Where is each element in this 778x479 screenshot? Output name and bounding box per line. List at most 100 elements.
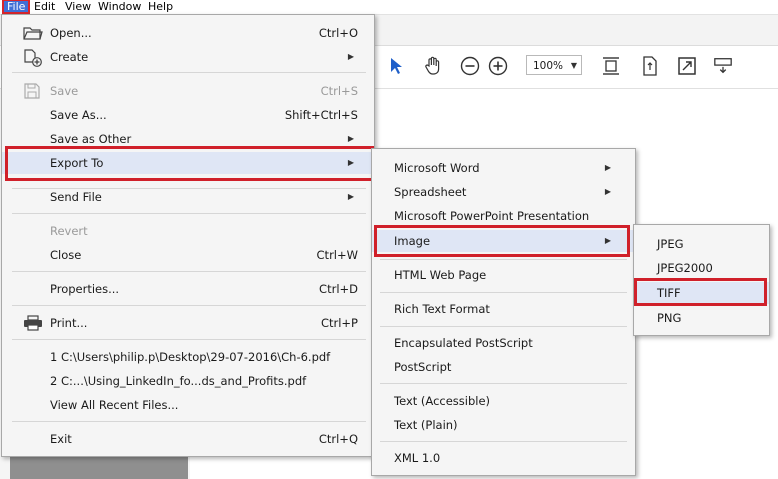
menu-item-label: Exit <box>50 432 72 446</box>
zoom-select[interactable]: 100% ▼ <box>526 55 582 75</box>
menu-separator <box>380 383 627 384</box>
menu-item-label: Save as Other <box>50 132 132 146</box>
menu-item-create[interactable]: Create ▶ <box>2 46 374 68</box>
menu-window[interactable]: Window <box>95 0 144 13</box>
menu-item-label: Microsoft PowerPoint Presentation <box>394 209 590 223</box>
menu-separator <box>12 421 366 422</box>
menu-separator <box>380 441 627 442</box>
export-to-submenu: Microsoft Word ▶ Spreadsheet ▶ Microsoft… <box>371 148 636 476</box>
chevron-down-icon: ▼ <box>570 61 577 70</box>
menu-item-save[interactable]: Save Ctrl+S <box>2 80 374 102</box>
menu-item-label: 2 C:...\Using_LinkedIn_fo...ds_and_Profi… <box>50 374 307 388</box>
menu-item-powerpoint[interactable]: Microsoft PowerPoint Presentation <box>372 205 635 227</box>
submenu-arrow-icon: ▶ <box>347 158 354 167</box>
zoom-out-icon[interactable] <box>460 56 480 76</box>
menu-item-revert[interactable]: Revert <box>2 220 374 242</box>
shortcut-label: Ctrl+S <box>320 84 358 98</box>
menu-item-label: HTML Web Page <box>394 268 487 282</box>
menu-item-label: TIFF <box>657 286 681 300</box>
menu-item-text-accessible[interactable]: Text (Accessible) <box>372 390 635 412</box>
menu-separator <box>12 305 366 306</box>
menu-item-label: Send File <box>50 190 102 204</box>
menu-item-label: Image <box>394 234 431 248</box>
menu-item-text-plain[interactable]: Text (Plain) <box>372 414 635 436</box>
menu-file[interactable]: File <box>2 0 31 14</box>
menu-item-jpeg2000[interactable]: JPEG2000 <box>634 257 769 279</box>
zoom-in-icon[interactable] <box>488 56 508 76</box>
menu-item-label: 1 C:\Users\philip.p\Desktop\29-07-2016\C… <box>50 350 331 364</box>
menu-item-save-as-other[interactable]: Save as Other ▶ <box>2 128 374 150</box>
menu-item-label: XML 1.0 <box>394 451 441 465</box>
submenu-arrow-icon: ▶ <box>604 187 611 196</box>
menu-item-export-to[interactable]: Export To ▶ <box>2 152 374 174</box>
menu-item-label: Export To <box>50 156 104 170</box>
menu-item-view-all-recent[interactable]: View All Recent Files... <box>2 394 374 416</box>
menu-item-label: PNG <box>657 311 682 325</box>
shortcut-label: Ctrl+Q <box>318 432 358 446</box>
image-submenu: JPEG JPEG2000 TIFF PNG <box>633 224 770 336</box>
file-menu: Open... Ctrl+O Create ▶ Save Ctrl+S Save… <box>1 14 375 457</box>
menu-item-label: PostScript <box>394 360 452 374</box>
select-arrow-icon[interactable] <box>386 56 406 76</box>
folder-open-icon <box>23 25 43 41</box>
submenu-arrow-icon: ▶ <box>347 134 354 143</box>
menu-separator <box>12 213 366 214</box>
submenu-arrow-icon: ▶ <box>604 236 611 245</box>
menu-bar: File Edit View Window Help <box>0 0 778 15</box>
submenu-arrow-icon: ▶ <box>604 163 611 172</box>
rotate-page-icon[interactable] <box>640 56 660 76</box>
menu-item-exit[interactable]: Exit Ctrl+Q <box>2 428 374 450</box>
menu-item-rich-text-format[interactable]: Rich Text Format <box>372 298 635 320</box>
fullscreen-icon[interactable] <box>677 56 697 76</box>
menu-item-label: Open... <box>50 26 92 40</box>
zoom-value: 100% <box>533 60 564 72</box>
menu-edit[interactable]: Edit <box>31 0 58 13</box>
menu-item-label: View All Recent Files... <box>50 398 179 412</box>
menu-item-recent-file-1[interactable]: 1 C:\Users\philip.p\Desktop\29-07-2016\C… <box>2 346 374 368</box>
shortcut-label: Shift+Ctrl+S <box>284 108 358 122</box>
menu-separator <box>12 72 366 73</box>
menu-item-label: Rich Text Format <box>394 302 490 316</box>
menu-item-label: JPEG2000 <box>657 261 713 275</box>
menu-item-label: Create <box>50 50 89 64</box>
menu-item-label: JPEG <box>657 237 684 251</box>
menu-item-postscript[interactable]: PostScript <box>372 356 635 378</box>
menu-item-label: Save As... <box>50 108 107 122</box>
menu-item-label: Properties... <box>50 282 120 296</box>
menu-item-html-web-page[interactable]: HTML Web Page <box>372 264 635 286</box>
menu-item-tiff[interactable]: TIFF <box>634 282 769 304</box>
menu-item-send-file[interactable]: Send File ▶ <box>2 186 374 208</box>
menu-item-open[interactable]: Open... Ctrl+O <box>2 22 374 44</box>
menu-item-label: Microsoft Word <box>394 161 480 175</box>
menu-item-jpeg[interactable]: JPEG <box>634 233 769 255</box>
menu-item-encapsulated-postscript[interactable]: Encapsulated PostScript <box>372 332 635 354</box>
menu-view[interactable]: View <box>62 0 94 13</box>
menu-item-image[interactable]: Image ▶ <box>372 230 635 252</box>
printer-icon <box>23 315 43 331</box>
menu-item-close[interactable]: Close Ctrl+W <box>2 244 374 266</box>
menu-item-png[interactable]: PNG <box>634 307 769 329</box>
fit-page-icon[interactable] <box>601 56 621 76</box>
hand-tool-icon[interactable] <box>423 56 443 76</box>
submenu-arrow-icon: ▶ <box>347 52 354 61</box>
menu-item-label: Revert <box>50 224 88 238</box>
menu-item-save-as[interactable]: Save As... Shift+Ctrl+S <box>2 104 374 126</box>
menu-item-properties[interactable]: Properties... Ctrl+D <box>2 278 374 300</box>
shortcut-label: Ctrl+W <box>316 248 358 262</box>
menu-item-label: Text (Plain) <box>394 418 458 432</box>
menu-item-label: Spreadsheet <box>394 185 467 199</box>
menu-item-label: Save <box>50 84 79 98</box>
menu-item-microsoft-word[interactable]: Microsoft Word ▶ <box>372 157 635 179</box>
menu-item-label: Close <box>50 248 82 262</box>
menu-item-label: Encapsulated PostScript <box>394 336 533 350</box>
menu-help[interactable]: Help <box>145 0 176 13</box>
save-icon <box>23 83 43 99</box>
menu-item-xml[interactable]: XML 1.0 <box>372 447 635 469</box>
scroll-mode-icon[interactable] <box>713 56 733 76</box>
menu-item-recent-file-2[interactable]: 2 C:...\Using_LinkedIn_fo...ds_and_Profi… <box>2 370 374 392</box>
menu-item-label: Text (Accessible) <box>394 394 491 408</box>
menu-item-print[interactable]: Print... Ctrl+P <box>2 312 374 334</box>
menu-item-spreadsheet[interactable]: Spreadsheet ▶ <box>372 181 635 203</box>
page-thumbnail-area <box>10 456 188 479</box>
shortcut-label: Ctrl+P <box>320 316 358 330</box>
